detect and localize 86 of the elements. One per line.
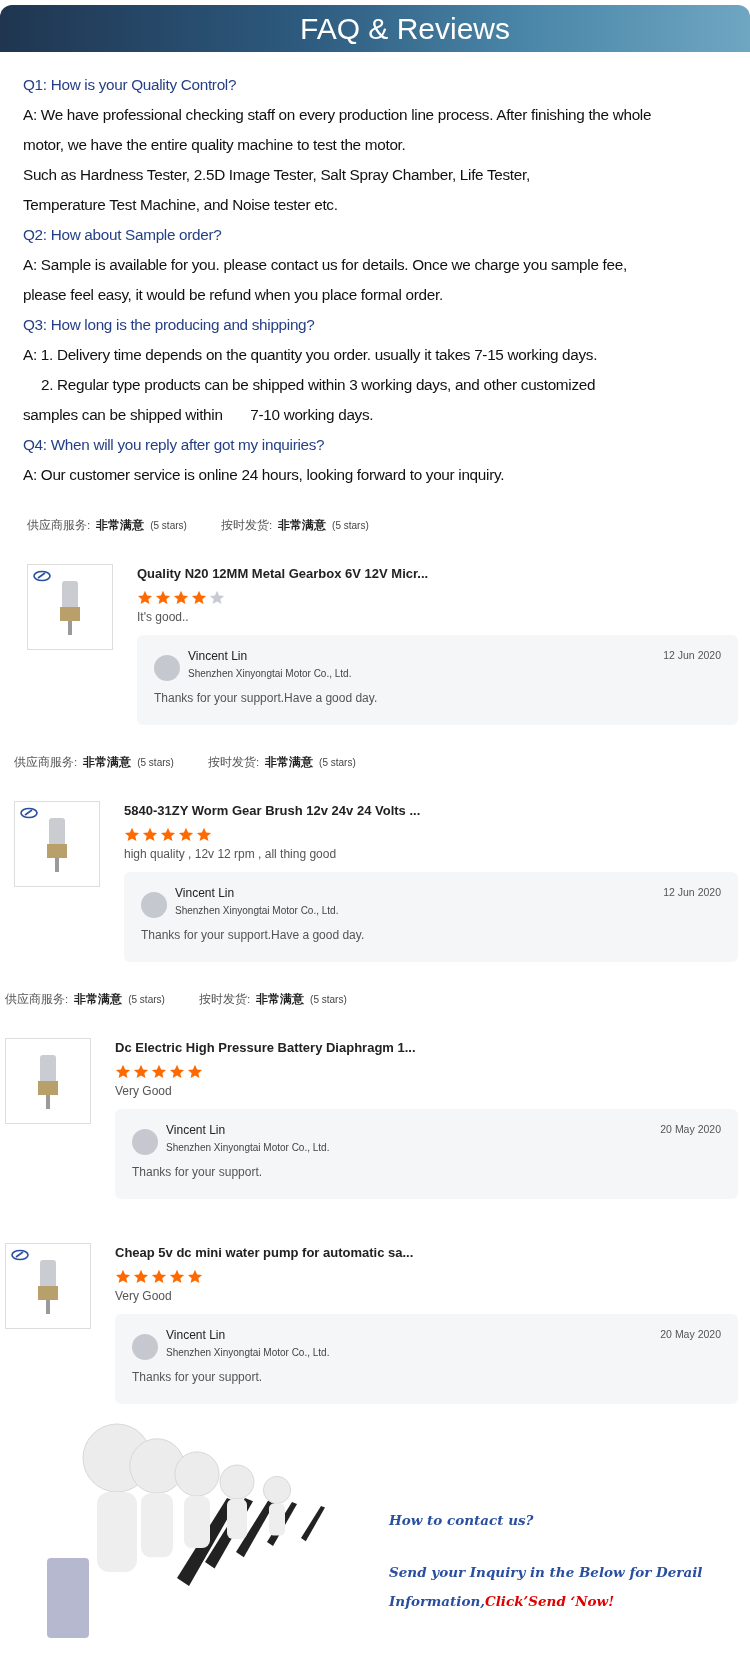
rating-value: 非常满意 [278, 517, 327, 533]
reply-company: Shenzhen Xinyongtai Motor Co., Ltd. [166, 1142, 331, 1153]
logo-icon [33, 570, 51, 582]
star-icon [115, 1269, 131, 1284]
faq-answer: 2. Regular type products can be shipped within 3 working days, and other customized [40, 375, 597, 395]
rating-note: (5 stars) [128, 993, 165, 1005]
star-icon [155, 590, 171, 605]
faq-answer: please feel easy, it would be refund when you place formal order. [23, 285, 444, 305]
faq-question: Q2: How about Sample order? [23, 225, 223, 245]
rating-note: (5 stars) [319, 756, 356, 768]
star-icon [169, 1269, 185, 1284]
rating-note: (5 stars) [332, 519, 369, 531]
star-icon [151, 1064, 167, 1079]
rating-value: 非常满意 [265, 754, 314, 770]
rating-value: 非常满意 [83, 754, 132, 770]
rating-value: 非常满意 [256, 991, 305, 1007]
faq-question: Q1: How is your Quality Control? [23, 75, 238, 95]
star-icon [178, 827, 194, 842]
rating-value: 非常满意 [74, 991, 123, 1007]
rating-label: 按时发货: [198, 991, 251, 1007]
faq-answer: samples can be shipped within 7-10 working days. [23, 405, 375, 425]
star-icon [160, 827, 176, 842]
avatar [132, 1129, 158, 1155]
reply-text: Thanks for your support. [132, 1165, 264, 1179]
logo-icon [11, 1249, 29, 1261]
star-icon [187, 1064, 203, 1079]
product-title[interactable]: Dc Electric High Pressure Battery Diaphragm 1... [115, 1038, 738, 1058]
reply-name: Vincent Lin [166, 1123, 227, 1137]
star-icon [173, 590, 189, 605]
reply-name: Vincent Lin [175, 886, 236, 900]
avatar [154, 655, 180, 681]
star-icon [187, 1269, 203, 1284]
avatar [132, 1334, 158, 1360]
star-icon [124, 827, 140, 842]
review-comment: Very Good [115, 1289, 173, 1305]
reply-name: Vincent Lin [166, 1328, 227, 1342]
rating-label: 供应商服务: [27, 517, 91, 533]
star-icon [133, 1064, 149, 1079]
star-icon [115, 1064, 131, 1079]
reply-date: 20 May 2020 [660, 1328, 721, 1340]
product-title[interactable]: Quality N20 12MM Metal Gearbox 6V 12V Micr... [137, 564, 738, 584]
reply-text: Thanks for your support.Have a good day. [154, 691, 379, 705]
reply-text: Thanks for your support.Have a good day. [141, 928, 366, 942]
rating-label: 按时发货: [207, 754, 260, 770]
reply-company: Shenzhen Xinyongtai Motor Co., Ltd. [175, 905, 340, 916]
product-title[interactable]: 5840-31ZY Worm Gear Brush 12v 24v 24 Volts ... [124, 801, 738, 821]
product-title[interactable]: Cheap 5v dc mini water pump for automatic sa... [115, 1243, 738, 1263]
rating-note: (5 stars) [137, 756, 174, 768]
reply-date: 12 Jun 2020 [663, 649, 721, 661]
rating-label: 供应商服务: [14, 754, 78, 770]
avatar [141, 892, 167, 918]
star-icon [137, 590, 153, 605]
review-comment: high quality , 12v 12 rpm , all thing good [124, 847, 338, 863]
rating-note: (5 stars) [310, 993, 347, 1005]
reply-date: 12 Jun 2020 [663, 886, 721, 898]
review-comment: Very Good [115, 1084, 173, 1100]
faq-answer: motor, we have the entire quality machine to test the motor. [23, 135, 407, 155]
faq-answer: A: Sample is available for you. please contact us for details. Once we charge you sample fee, [23, 255, 628, 275]
banner-title: FAQ & Reviews [299, 11, 511, 46]
reply-name: Vincent Lin [188, 649, 249, 663]
contact-heading: How to contact us? [389, 1512, 535, 1528]
star-icon [209, 590, 225, 605]
reply-company: Shenzhen Xinyongtai Motor Co., Ltd. [188, 668, 353, 679]
logo-icon [20, 807, 38, 819]
faq-answer: Such as Hardness Tester, 2.5D Image Tester, Salt Spray Chamber, Life Tester, [23, 165, 531, 185]
faq-question: Q4: When will you reply after got my inquiries? [23, 435, 326, 455]
rating-value: 非常满意 [96, 517, 145, 533]
faq-answer: A: Our customer service is online 24 hours, looking forward to your inquiry. [23, 465, 506, 485]
faq-answer: A: 1. Delivery time depends on the quantity you order. usually it takes 7-15 working days. [23, 345, 599, 365]
star-icon [196, 827, 212, 842]
reply-company: Shenzhen Xinyongtai Motor Co., Ltd. [166, 1347, 331, 1358]
star-icon [142, 827, 158, 842]
star-icon [191, 590, 207, 605]
star-icon [151, 1269, 167, 1284]
faq-question: Q3: How long is the producing and shipping? [23, 315, 316, 335]
rating-label: 供应商服务: [5, 991, 69, 1007]
review-comment: It's good.. [137, 610, 190, 626]
reply-text: Thanks for your support. [132, 1370, 264, 1384]
reply-date: 20 May 2020 [660, 1123, 721, 1135]
faq-answer: Temperature Test Machine, and Noise tester etc. [23, 195, 339, 215]
star-icon [169, 1064, 185, 1079]
contact-message: Send your Inquiry in the Below for Derail Information,Click’Send ‘Now! [389, 1563, 704, 1611]
rating-note: (5 stars) [150, 519, 187, 531]
rating-label: 按时发货: [220, 517, 273, 533]
star-icon [133, 1269, 149, 1284]
faq-answer: A: We have professional checking staff on every production line process. After finishing the whole [23, 105, 653, 125]
